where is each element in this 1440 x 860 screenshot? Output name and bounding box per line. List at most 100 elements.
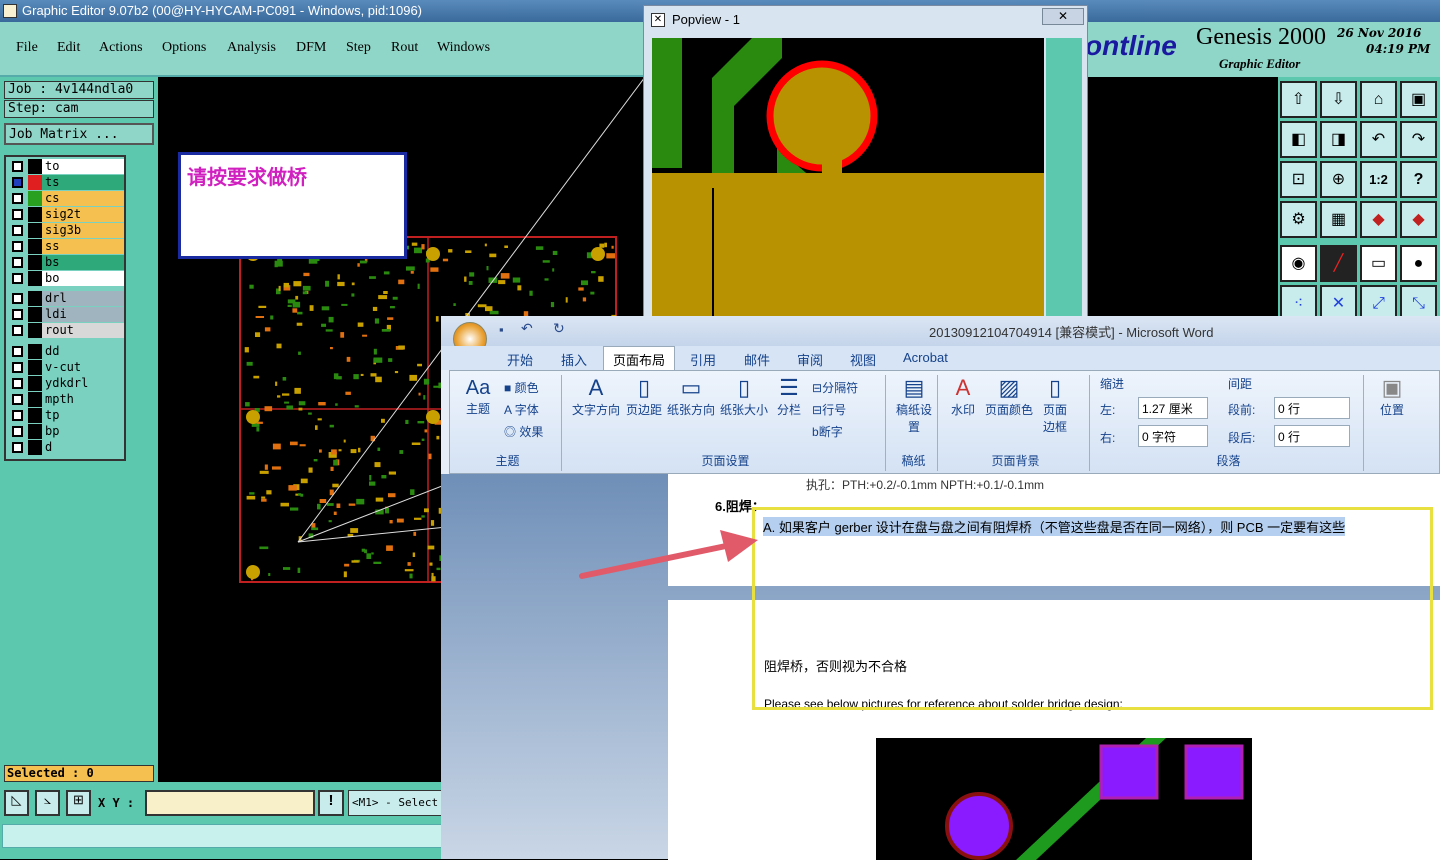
zoom-home-icon[interactable]: ⇧ [1280, 81, 1317, 118]
layer-down-icon[interactable]: ◆ [1400, 201, 1437, 238]
hyphenation-button[interactable]: b断字 [812, 423, 843, 440]
layer-name[interactable]: tp [42, 408, 124, 423]
window-icon[interactable]: ▣ [1400, 81, 1437, 118]
menu-actions[interactable]: Actions [99, 40, 143, 56]
layer-row-ldi[interactable]: ldi [8, 307, 124, 322]
breaks-button[interactable]: ⊟分隔符 [812, 379, 858, 396]
theme-colors[interactable]: ■ 颜色 [504, 379, 539, 396]
layer-checkbox[interactable] [12, 209, 23, 220]
layer-name[interactable]: bp [42, 424, 124, 439]
layer-checkbox[interactable] [12, 273, 23, 284]
job-matrix-button[interactable]: Job Matrix ... [4, 123, 154, 145]
layer-checkbox[interactable] [12, 394, 23, 405]
pan-right-icon[interactable]: ◨ [1320, 121, 1357, 158]
layer-row-sig3b[interactable]: sig3b [8, 223, 124, 238]
columns-button[interactable]: ☰ 分栏 [774, 375, 804, 418]
page-border-button[interactable]: ▯ 页面边框 [1040, 375, 1070, 435]
draft-settings-button[interactable]: ▤ 稿纸设置 [896, 375, 932, 435]
menu-rout[interactable]: Rout [391, 40, 418, 56]
layer-row-cs[interactable]: cs [8, 191, 124, 206]
layer-checkbox[interactable] [12, 426, 23, 437]
redo-icon[interactable]: ↻ [553, 320, 565, 337]
layer-checkbox[interactable] [12, 346, 23, 357]
layer-checkbox[interactable] [12, 325, 23, 336]
layer-row-rout[interactable]: rout [8, 323, 124, 338]
layer-row-mpth[interactable]: mpth [8, 392, 124, 407]
layer-name[interactable]: rout [42, 323, 124, 338]
layer-up-icon[interactable]: ◆ [1360, 201, 1397, 238]
layer-row-ss[interactable]: ss [8, 239, 124, 254]
pad-icon[interactable]: ◉ [1280, 245, 1317, 282]
layer-name[interactable]: d [42, 440, 124, 455]
layer-checkbox[interactable] [12, 241, 23, 252]
layer-name[interactable]: ss [42, 239, 124, 254]
tab-page-layout[interactable]: 页面布局 [603, 346, 676, 372]
menu-dfm[interactable]: DFM [296, 40, 326, 56]
save-icon[interactable]: ▪ [499, 322, 504, 337]
theme-fonts[interactable]: A 字体 [504, 401, 539, 418]
help-icon[interactable]: ? [1400, 161, 1437, 198]
layer-name[interactable]: sig3b [42, 223, 124, 238]
layer-checkbox[interactable] [12, 362, 23, 373]
indent-left-input[interactable]: 1.27 厘米 [1138, 397, 1208, 419]
position-button[interactable]: ▣ 位置 [1374, 375, 1410, 418]
menu-analysis[interactable]: Analysis [227, 40, 276, 56]
measure-icon[interactable]: ⦣ [35, 790, 60, 816]
menu-edit[interactable]: Edit [57, 40, 80, 56]
line-icon[interactable]: ╱ [1320, 245, 1357, 282]
popview-canvas[interactable] [652, 38, 1044, 320]
layer-name[interactable]: ydkdrl [42, 376, 124, 391]
menu-windows[interactable]: Windows [437, 40, 490, 56]
layer-row-tp[interactable]: tp [8, 408, 124, 423]
layer-name[interactable]: dd [42, 344, 124, 359]
grid-toggle-icon[interactable]: ▦ [1320, 201, 1357, 238]
spacing-after-input[interactable]: 0 行 [1274, 425, 1350, 447]
layer-checkbox[interactable] [12, 410, 23, 421]
layer-row-v-cut[interactable]: v-cut [8, 360, 124, 375]
pan-left-icon[interactable]: ◧ [1280, 121, 1317, 158]
layer-checkbox[interactable] [12, 257, 23, 268]
layer-name[interactable]: mpth [42, 392, 124, 407]
undo-icon[interactable]: ↶ [521, 320, 533, 337]
snap-icon[interactable]: ◺ [4, 790, 29, 816]
spacing-before-input[interactable]: 0 行 [1274, 397, 1350, 419]
layer-row-dd[interactable]: dd [8, 344, 124, 359]
menu-file[interactable]: File [16, 40, 38, 56]
alert-icon[interactable]: ! [318, 790, 344, 816]
layer-checkbox[interactable] [12, 177, 23, 188]
layer-row-drl[interactable]: drl [8, 291, 124, 306]
ruler-icon[interactable]: ▭ [1360, 245, 1397, 282]
line-numbers-button[interactable]: ⊟行号 [812, 401, 846, 418]
tab-acrobat[interactable]: Acrobat [903, 350, 948, 365]
layer-name[interactable]: cs [42, 191, 124, 206]
watermark-button[interactable]: A 水印 [948, 375, 978, 418]
settings-icon[interactable]: ⚙ [1280, 201, 1317, 238]
zoom-center-icon[interactable]: ⊕ [1320, 161, 1357, 198]
layer-row-bs[interactable]: bs [8, 255, 124, 270]
layer-name[interactable]: sig2t [42, 207, 124, 222]
home-icon[interactable]: ⌂ [1360, 81, 1397, 118]
tab-insert[interactable]: 插入 [561, 350, 587, 369]
layer-name[interactable]: ts [42, 175, 124, 190]
layer-row-ts[interactable]: ts [8, 175, 124, 190]
layer-row-d[interactable]: d [8, 440, 124, 455]
layer-row-bp[interactable]: bp [8, 424, 124, 439]
theme-button[interactable]: Aa 主题 [460, 377, 496, 417]
text-direction-button[interactable]: A 文字方向 [570, 375, 622, 418]
layer-row-bo[interactable]: bo [8, 271, 124, 286]
layer-name[interactable]: to [42, 159, 124, 174]
layer-row-ydkdrl[interactable]: ydkdrl [8, 376, 124, 391]
layer-checkbox[interactable] [12, 193, 23, 204]
tab-home[interactable]: 开始 [507, 350, 533, 369]
tab-review[interactable]: 审阅 [797, 350, 823, 369]
orientation-button[interactable]: ▭ 纸张方向 [666, 375, 716, 418]
layer-checkbox[interactable] [12, 442, 23, 453]
undo-icon[interactable]: ↶ [1360, 121, 1397, 158]
layer-checkbox[interactable] [12, 309, 23, 320]
redo-icon[interactable]: ↷ [1400, 121, 1437, 158]
layer-checkbox[interactable] [12, 378, 23, 389]
size-button[interactable]: ▯ 纸张大小 [718, 375, 770, 418]
layer-row-sig2t[interactable]: sig2t [8, 207, 124, 222]
circle-icon[interactable]: ● [1400, 245, 1437, 282]
layer-checkbox[interactable] [12, 161, 23, 172]
